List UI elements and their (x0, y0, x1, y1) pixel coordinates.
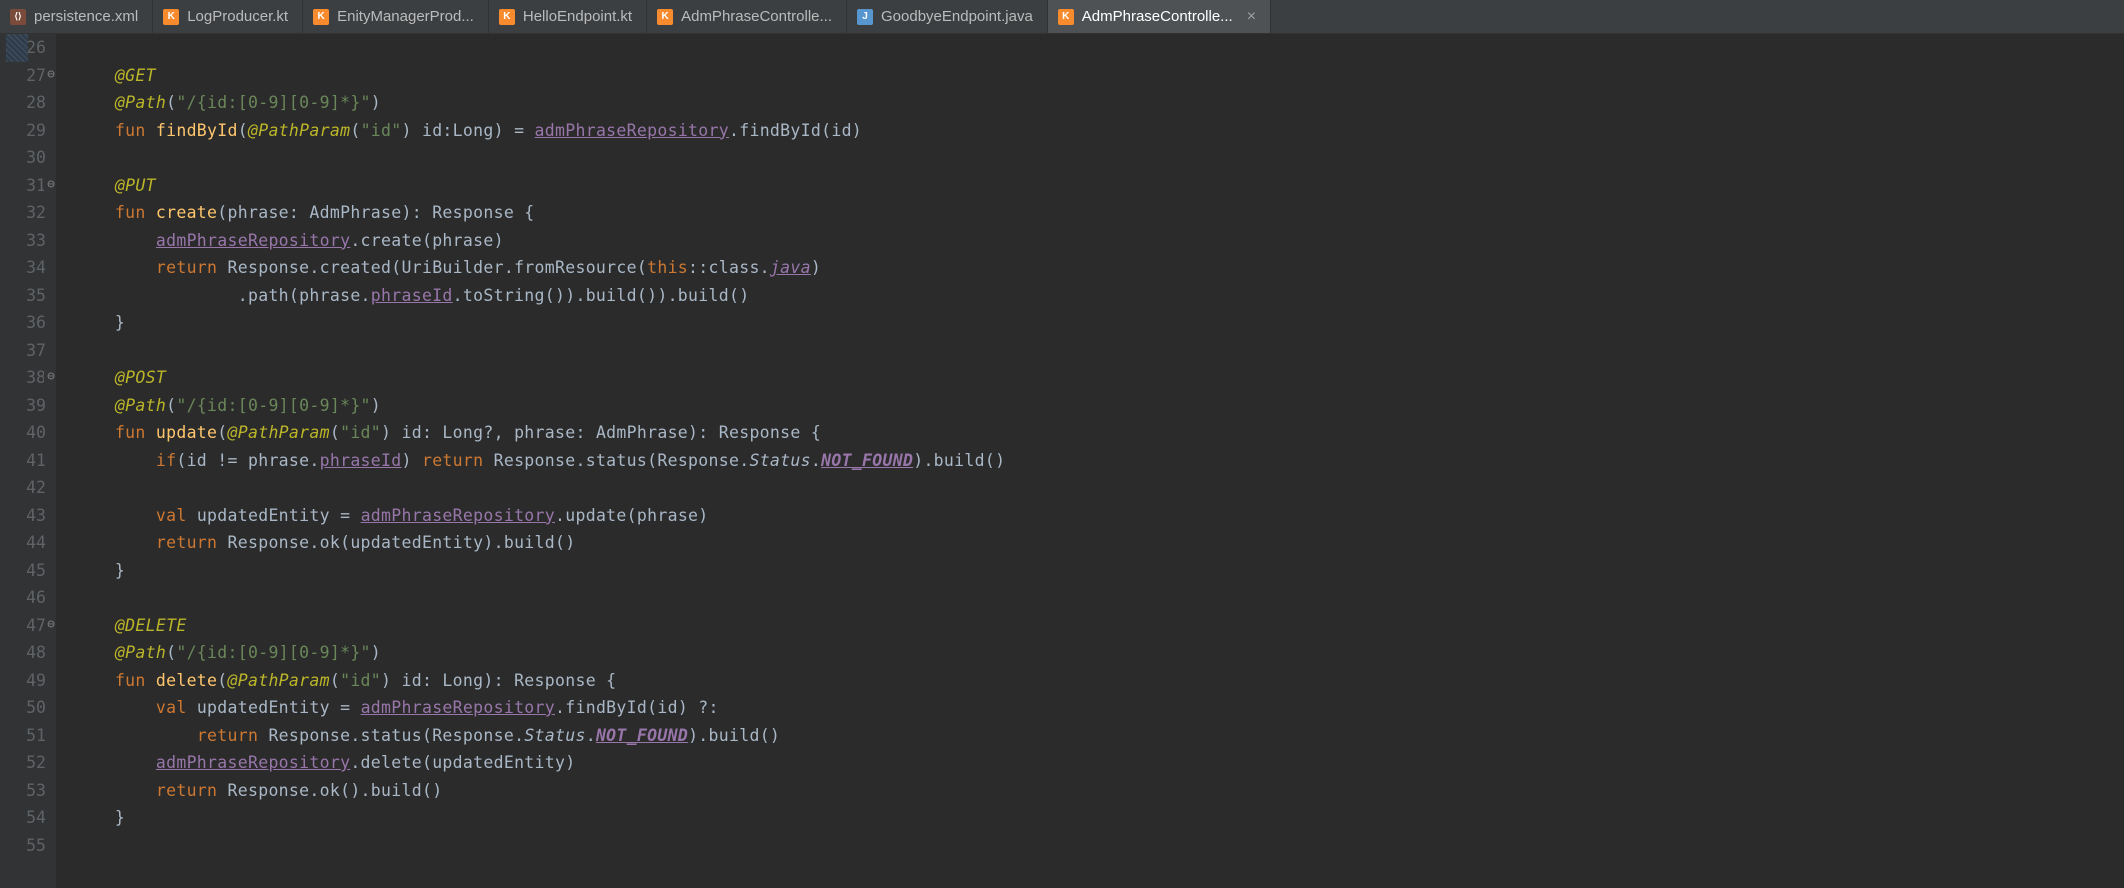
close-icon[interactable]: × (1247, 9, 1256, 25)
code-line[interactable] (74, 34, 1005, 62)
line-number: 34 (6, 254, 46, 282)
line-number: 47 (6, 612, 46, 640)
code-line[interactable] (74, 474, 1005, 502)
java-file-icon (857, 9, 873, 25)
tab-label: LogProducer.kt (187, 8, 288, 25)
code-line[interactable]: return Response.status(Response.Status.N… (74, 722, 1005, 750)
kotlin-file-icon (163, 9, 179, 25)
tab-logproducer[interactable]: LogProducer.kt (153, 0, 303, 33)
code-line[interactable] (74, 584, 1005, 612)
editor-tabs: ⟨⟩ persistence.xml LogProducer.kt EnityM… (0, 0, 2124, 34)
code-line[interactable] (74, 337, 1005, 365)
code-line[interactable]: @PUT (74, 172, 1005, 200)
xml-file-icon: ⟨⟩ (10, 9, 26, 25)
line-number: 44 (6, 529, 46, 557)
kotlin-file-icon (657, 9, 673, 25)
code-line[interactable]: val updatedEntity = admPhraseRepository.… (74, 502, 1005, 530)
tab-label: GoodbyeEndpoint.java (881, 8, 1033, 25)
line-number: 28 (6, 89, 46, 117)
code-line[interactable]: @DELETE (74, 612, 1005, 640)
code-line[interactable]: @POST (74, 364, 1005, 392)
fold-toggle-icon[interactable] (44, 70, 55, 81)
code-line[interactable]: @GET (74, 62, 1005, 90)
tab-entitymanagerprod[interactable]: EnityManagerProd... (303, 0, 489, 33)
line-number: 31 (6, 172, 46, 200)
fold-toggle-icon[interactable] (44, 372, 55, 383)
tab-goodbyeendpoint[interactable]: GoodbyeEndpoint.java (847, 0, 1048, 33)
line-number: 50 (6, 694, 46, 722)
line-number: 43 (6, 502, 46, 530)
line-number: 36 (6, 309, 46, 337)
code-line[interactable]: admPhraseRepository.delete(updatedEntity… (74, 749, 1005, 777)
line-number: 33 (6, 227, 46, 255)
line-number-gutter: 2627282930313233343536373839404142434445… (0, 34, 56, 888)
code-line[interactable]: } (74, 557, 1005, 585)
code-line[interactable]: return Response.created(UriBuilder.fromR… (74, 254, 1005, 282)
tab-label: AdmPhraseControlle... (1082, 8, 1233, 25)
line-number: 40 (6, 419, 46, 447)
line-number: 42 (6, 474, 46, 502)
line-number: 54 (6, 804, 46, 832)
line-number: 49 (6, 667, 46, 695)
code-line[interactable]: } (74, 804, 1005, 832)
line-number: 52 (6, 749, 46, 777)
line-number: 53 (6, 777, 46, 805)
tab-persistence-xml[interactable]: ⟨⟩ persistence.xml (0, 0, 153, 33)
code-line[interactable]: fun findById(@PathParam("id") id:Long) =… (74, 117, 1005, 145)
tab-label: AdmPhraseControlle... (681, 8, 832, 25)
line-number: 37 (6, 337, 46, 365)
line-number: 27 (6, 62, 46, 90)
line-number: 55 (6, 832, 46, 860)
line-number: 29 (6, 117, 46, 145)
kotlin-file-icon (313, 9, 329, 25)
code-line[interactable]: .path(phrase.phraseId.toString()).build(… (74, 282, 1005, 310)
line-number: 30 (6, 144, 46, 172)
tab-label: persistence.xml (34, 8, 138, 25)
line-number: 41 (6, 447, 46, 475)
code-line[interactable]: val updatedEntity = admPhraseRepository.… (74, 694, 1005, 722)
code-line[interactable]: @Path("/{id:[0-9][0-9]*}") (74, 639, 1005, 667)
code-line[interactable]: @Path("/{id:[0-9][0-9]*}") (74, 392, 1005, 420)
code-line[interactable]: if(id != phrase.phraseId) return Respons… (74, 447, 1005, 475)
code-line[interactable]: fun update(@PathParam("id") id: Long?, p… (74, 419, 1005, 447)
fold-toggle-icon[interactable] (44, 180, 55, 191)
code-line[interactable]: fun delete(@PathParam("id") id: Long): R… (74, 667, 1005, 695)
line-number: 26 (6, 34, 46, 62)
code-line[interactable] (74, 832, 1005, 860)
tab-helloendpoint[interactable]: HelloEndpoint.kt (489, 0, 647, 33)
tab-label: HelloEndpoint.kt (523, 8, 632, 25)
tab-admphrasecontroller-1[interactable]: AdmPhraseControlle... (647, 0, 847, 33)
line-number: 45 (6, 557, 46, 585)
code-line[interactable]: } (74, 309, 1005, 337)
code-content[interactable]: @GET @Path("/{id:[0-9][0-9]*}") fun find… (56, 34, 1005, 888)
line-number: 39 (6, 392, 46, 420)
kotlin-file-icon (499, 9, 515, 25)
code-line[interactable]: return Response.ok(updatedEntity).build(… (74, 529, 1005, 557)
code-editor[interactable]: 2627282930313233343536373839404142434445… (0, 34, 2124, 888)
fold-toggle-icon[interactable] (44, 620, 55, 631)
code-line[interactable]: @Path("/{id:[0-9][0-9]*}") (74, 89, 1005, 117)
code-line[interactable]: return Response.ok().build() (74, 777, 1005, 805)
line-number: 46 (6, 584, 46, 612)
line-number: 51 (6, 722, 46, 750)
code-line[interactable]: fun create(phrase: AdmPhrase): Response … (74, 199, 1005, 227)
line-number: 38 (6, 364, 46, 392)
tab-label: EnityManagerProd... (337, 8, 474, 25)
code-line[interactable] (74, 144, 1005, 172)
kotlin-file-icon (1058, 9, 1074, 25)
line-number: 48 (6, 639, 46, 667)
code-line[interactable]: admPhraseRepository.create(phrase) (74, 227, 1005, 255)
tab-admphrasecontroller-2[interactable]: AdmPhraseControlle... × (1048, 0, 1271, 33)
line-number: 32 (6, 199, 46, 227)
line-number: 35 (6, 282, 46, 310)
